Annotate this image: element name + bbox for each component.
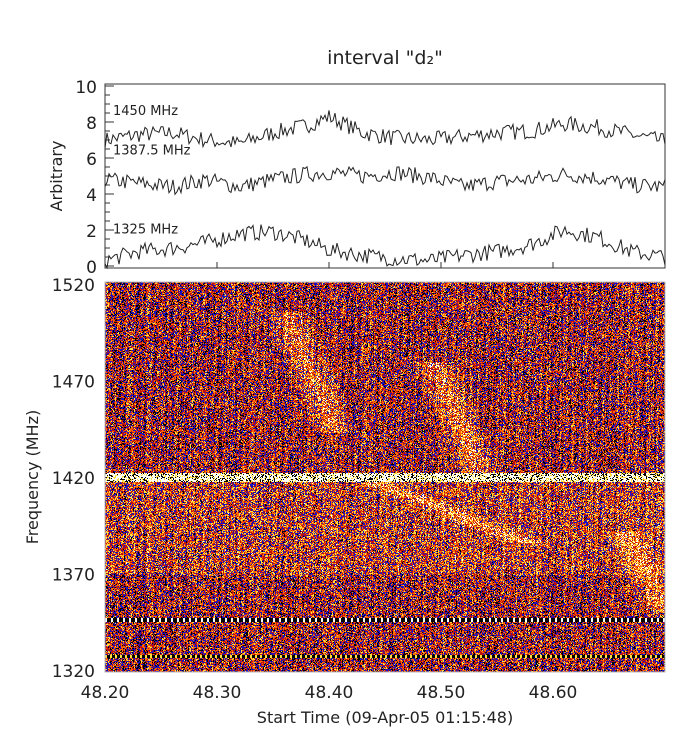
top-y-axis-label: Arbitrary bbox=[47, 141, 66, 212]
y-tick-label: 0 bbox=[86, 258, 97, 278]
chart-title: interval "d₂" bbox=[327, 47, 443, 69]
x-axis-label: Start Time (09-Apr-05 01:15:48) bbox=[257, 708, 513, 727]
time-tick-label: 48.50 bbox=[417, 683, 466, 703]
chart-axes: interval "d₂" Arbitrary Frequency (MHz) … bbox=[23, 47, 666, 727]
time-tick-label: 48.40 bbox=[305, 683, 354, 703]
y-tick-label: 6 bbox=[86, 150, 97, 170]
time-tick-label: 48.60 bbox=[529, 683, 578, 703]
y-tick-label: 10 bbox=[75, 78, 97, 98]
chart-figure: interval "d₂" Arbitrary Frequency (MHz) … bbox=[0, 0, 700, 750]
series-label: 1325 MHz bbox=[113, 223, 178, 238]
spectrogram-y-axis-label: Frequency (MHz) bbox=[23, 410, 42, 544]
y-tick-label: 8 bbox=[86, 114, 97, 134]
series-line bbox=[104, 224, 666, 270]
freq-tick-label: 1470 bbox=[52, 373, 95, 393]
freq-tick-label: 1520 bbox=[52, 276, 95, 296]
freq-tick-label: 1370 bbox=[52, 566, 95, 586]
freq-tick-label: 1320 bbox=[52, 662, 95, 682]
series-line bbox=[104, 165, 666, 196]
spectrogram-frame bbox=[104, 281, 666, 673]
series-label: 1387.5 MHz bbox=[113, 143, 191, 158]
y-tick-label: 4 bbox=[86, 186, 97, 206]
y-tick-label: 2 bbox=[86, 222, 97, 242]
freq-tick-label: 1420 bbox=[52, 469, 95, 489]
time-tick-label: 48.30 bbox=[193, 683, 242, 703]
series-label: 1450 MHz bbox=[113, 104, 178, 119]
time-tick-label: 48.20 bbox=[81, 683, 130, 703]
